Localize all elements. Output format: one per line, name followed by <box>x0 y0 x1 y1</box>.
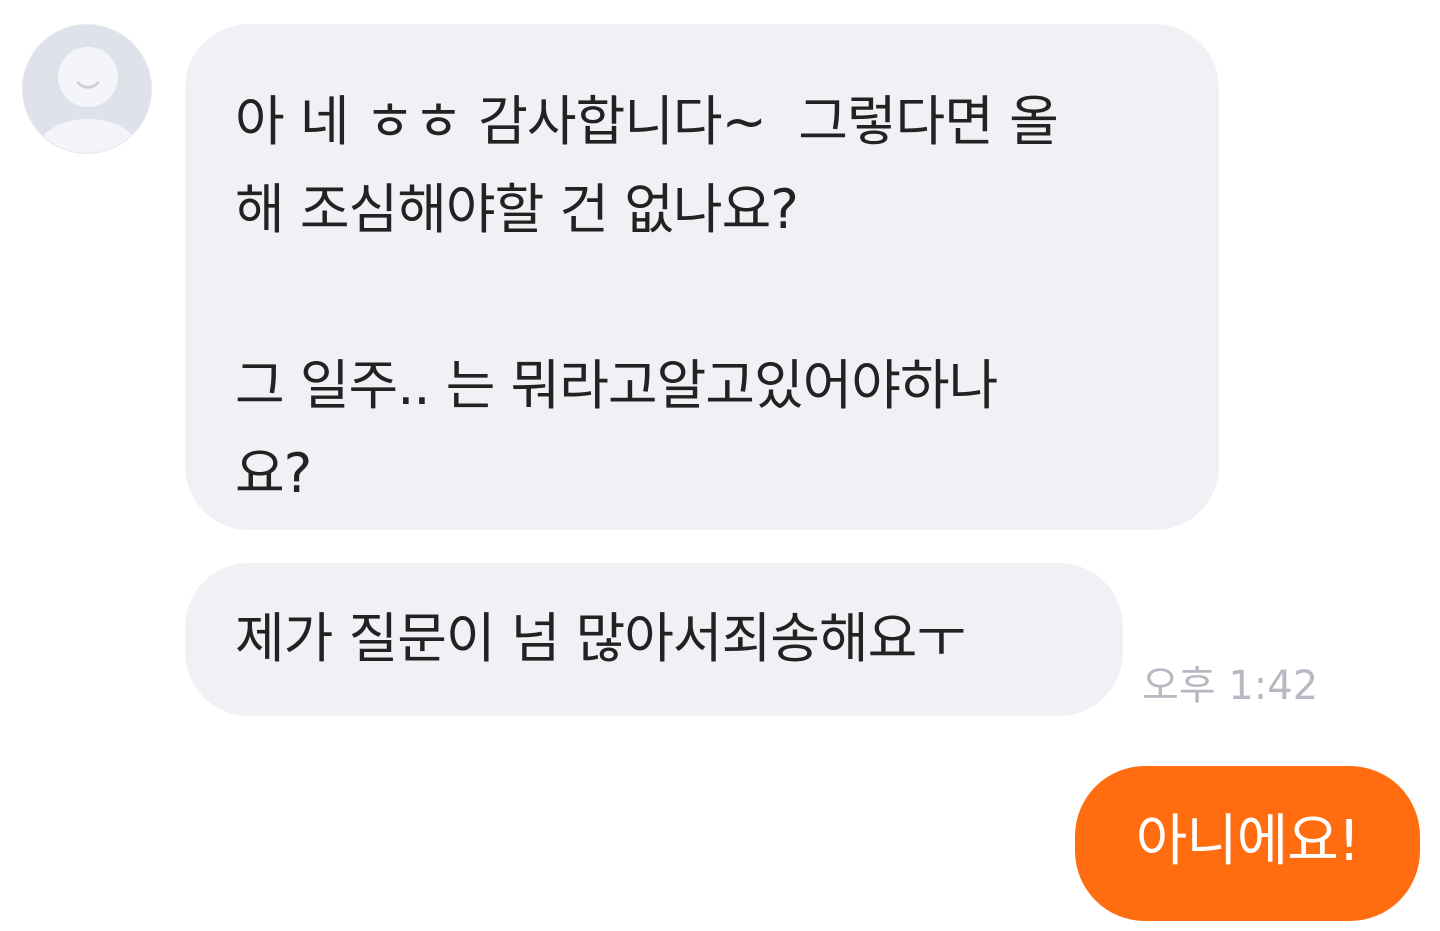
sender-avatar[interactable] <box>22 24 152 154</box>
incoming-message-bubble[interactable]: 아 네 ㅎㅎ 감사합니다~ 그렇다면 올 해 조심해야할 건 없나요? 그 일주… <box>185 24 1219 530</box>
message-timestamp: 오후 1:42 <box>1142 663 1319 709</box>
outgoing-message-bubble[interactable]: 아니에요! <box>1075 766 1420 921</box>
chat-thread: 아 네 ㅎㅎ 감사합니다~ 그렇다면 올 해 조심해야할 건 없나요? 그 일주… <box>0 0 1440 931</box>
incoming-message-bubble[interactable]: 제가 질문이 넘 많아서죄송해요ㅜ <box>185 563 1123 716</box>
default-user-avatar-icon <box>23 25 151 153</box>
